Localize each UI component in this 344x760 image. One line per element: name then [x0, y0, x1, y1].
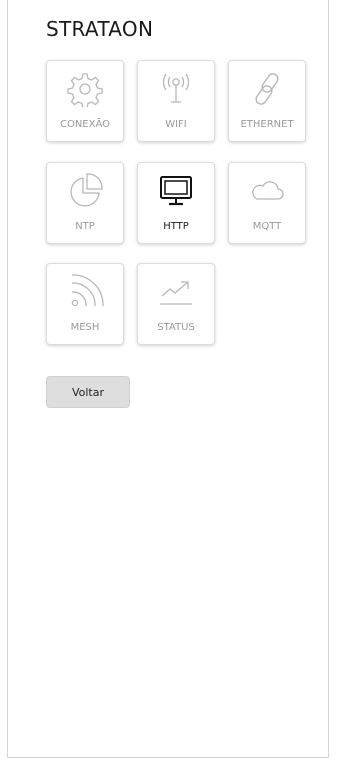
link-icon	[229, 69, 305, 109]
tile-http[interactable]: HTTP	[137, 162, 215, 244]
tile-label: HTTP	[163, 221, 189, 232]
tile-label: ETHERNET	[240, 119, 294, 130]
pie-chart-icon	[47, 171, 123, 211]
tile-ethernet[interactable]: ETHERNET	[228, 60, 306, 142]
tile-mesh[interactable]: MESH	[46, 263, 124, 345]
mesh-signal-icon	[47, 272, 123, 312]
tile-label: CONEXÃO	[59, 119, 111, 130]
trend-up-icon	[138, 272, 214, 312]
tile-label: MESH	[70, 322, 100, 333]
tile-wifi[interactable]: WIFI	[137, 60, 215, 142]
tile-status[interactable]: STATUS	[137, 263, 215, 345]
tile-mqtt[interactable]: MQTT	[228, 162, 306, 244]
cloud-icon	[229, 171, 305, 211]
tile-conexao[interactable]: CONEXÃO	[46, 60, 124, 142]
tile-label: MQTT	[252, 221, 282, 232]
antenna-icon	[138, 69, 214, 109]
tile-label: WIFI	[165, 119, 187, 130]
tile-label: NTP	[75, 221, 95, 232]
back-button[interactable]: Voltar	[46, 376, 130, 408]
tile-ntp[interactable]: NTP	[46, 162, 124, 244]
gear-icon	[47, 69, 123, 109]
app-title: STRATAON	[46, 17, 154, 41]
tile-label: STATUS	[157, 322, 195, 333]
monitor-icon	[138, 171, 214, 211]
